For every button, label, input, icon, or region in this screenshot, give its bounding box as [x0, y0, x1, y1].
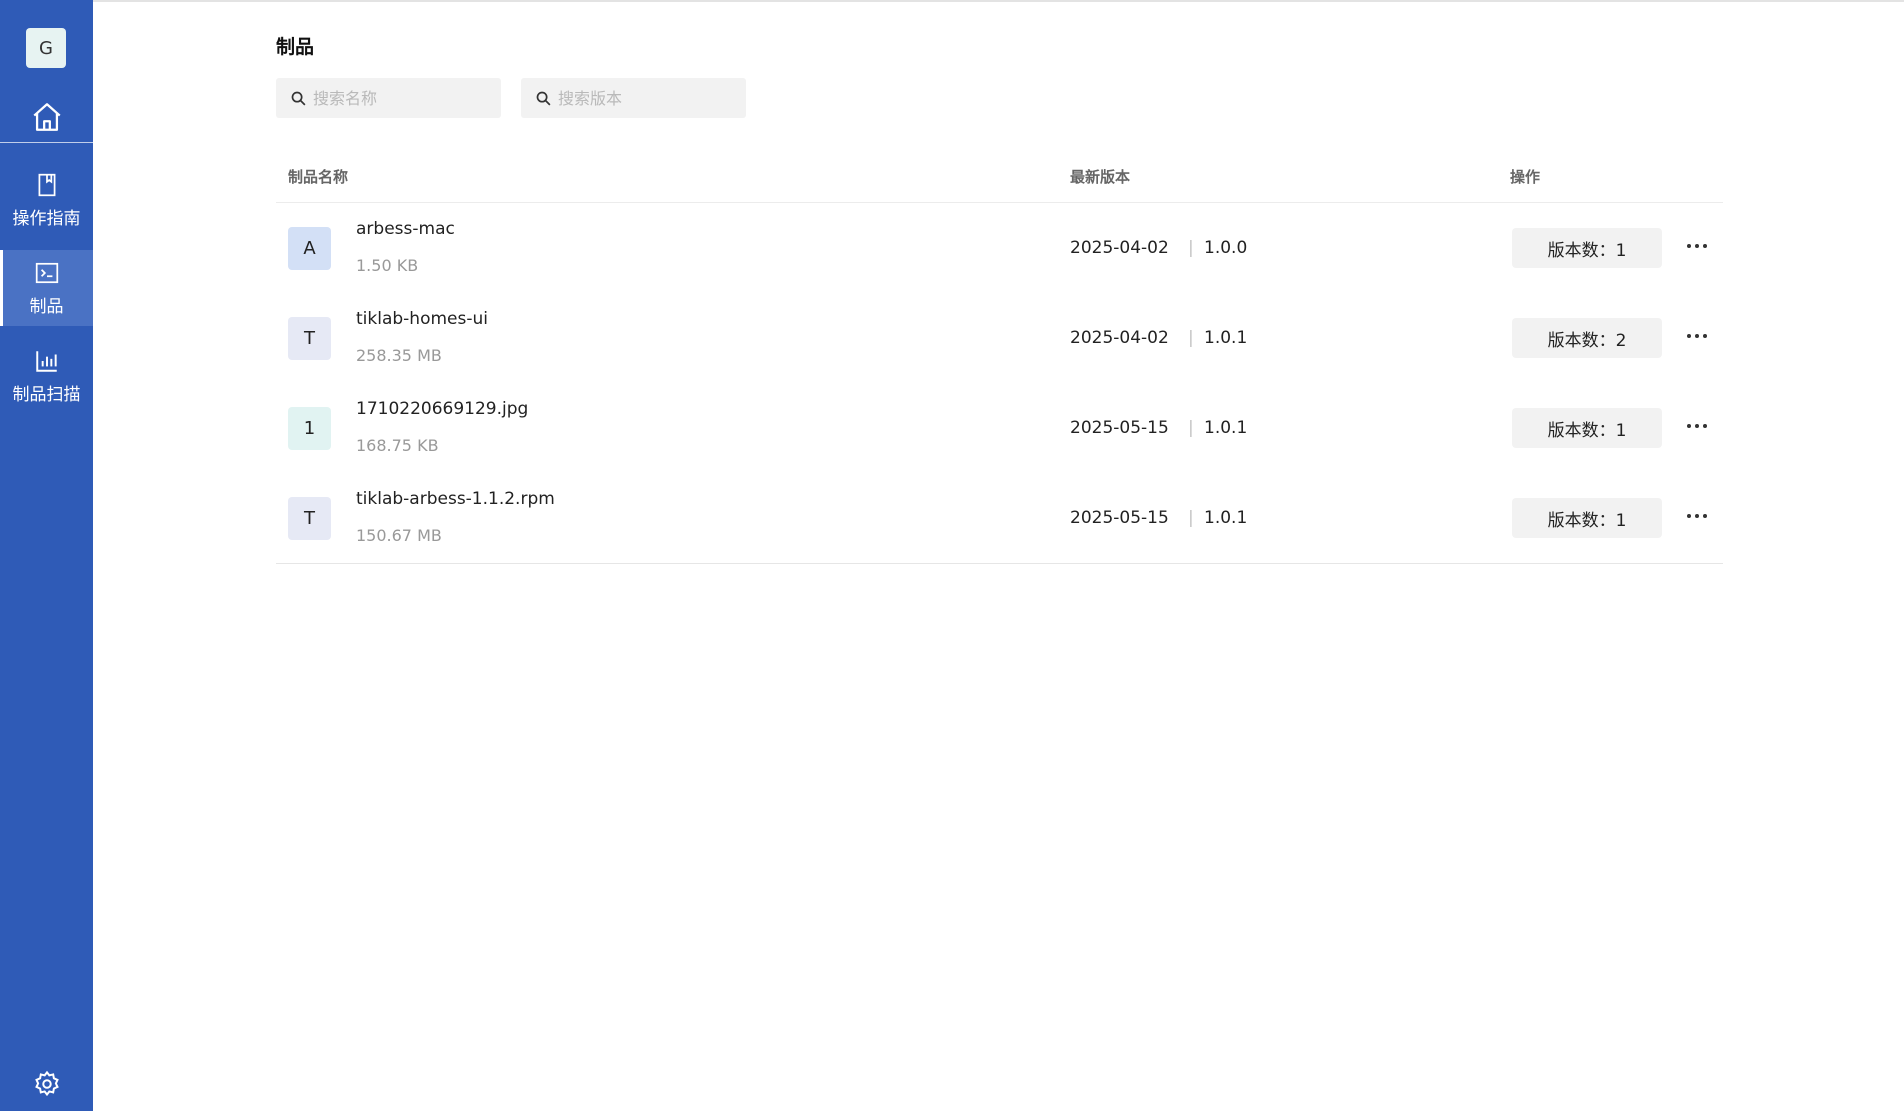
search-name-input[interactable]: [313, 88, 483, 108]
table-row[interactable]: T tiklab-arbess-1.1.2.rpm 150.67 MB 2025…: [276, 473, 1723, 564]
artifact-name[interactable]: 1710220669129.jpg: [356, 399, 528, 419]
artifact-version: 1.0.0: [1204, 238, 1248, 258]
search-version-input[interactable]: [558, 88, 728, 108]
search-name-box[interactable]: [276, 78, 501, 118]
sidebar: G 操作指南 制品 制品扫描: [0, 0, 93, 1111]
artifact-size: 1.50 KB: [356, 256, 419, 275]
sidebar-item-guide[interactable]: 操作指南: [0, 162, 93, 238]
artifacts-table: 制品名称 最新版本 操作 A arbess-mac 1.50 KB 2025-0…: [276, 160, 1723, 564]
workspace-logo[interactable]: G: [26, 28, 66, 68]
artifact-version: 1.0.1: [1204, 418, 1248, 438]
artifact-size: 168.75 KB: [356, 436, 439, 455]
sidebar-item-label: 制品: [29, 296, 64, 317]
version-count-button[interactable]: 版本数：2: [1512, 318, 1662, 358]
page-title: 制品: [276, 36, 315, 58]
table-row[interactable]: 1 1710220669129.jpg 168.75 KB 2025-05-15…: [276, 383, 1723, 473]
home-button[interactable]: [0, 92, 93, 142]
version-separator: |: [1188, 418, 1194, 438]
sidebar-divider: [0, 142, 93, 143]
header-action: 操作: [1510, 168, 1541, 186]
version-count-button[interactable]: 版本数：1: [1512, 498, 1662, 538]
active-indicator: [0, 250, 3, 326]
bar-chart-icon: [35, 350, 57, 372]
more-icon: [1687, 244, 1707, 248]
header-version: 最新版本: [1070, 168, 1131, 186]
sidebar-item-artifacts[interactable]: 制品: [0, 250, 93, 326]
top-divider: [0, 0, 1904, 2]
artifact-version: 1.0.1: [1204, 508, 1248, 528]
more-button[interactable]: [1680, 503, 1714, 529]
terminal-icon: [35, 262, 58, 283]
more-icon: [1687, 514, 1707, 518]
artifact-date: 2025-04-02: [1070, 238, 1169, 258]
artifact-name[interactable]: arbess-mac: [356, 219, 455, 239]
more-button[interactable]: [1680, 233, 1714, 259]
artifact-date: 2025-05-15: [1070, 418, 1169, 438]
header-name: 制品名称: [288, 168, 349, 186]
artifact-avatar: T: [288, 317, 331, 360]
version-separator: |: [1188, 238, 1194, 258]
artifact-date: 2025-05-15: [1070, 508, 1169, 528]
version-separator: |: [1188, 328, 1194, 348]
search-version-box[interactable]: [521, 78, 746, 118]
table-header: 制品名称 最新版本 操作: [276, 160, 1723, 203]
artifact-avatar: T: [288, 497, 331, 540]
sidebar-item-label: 制品扫描: [12, 384, 81, 405]
search-icon: [536, 91, 551, 105]
table-row[interactable]: T tiklab-homes-ui 258.35 MB 2025-04-02 |…: [276, 293, 1723, 383]
app: G 操作指南 制品 制品扫描 制品 搜索名称 搜索版本 制品名称 最新版本 操作…: [0, 0, 1904, 1111]
artifact-date: 2025-04-02: [1070, 328, 1169, 348]
more-icon: [1687, 424, 1707, 428]
artifact-size: 258.35 MB: [356, 346, 442, 365]
sidebar-item-label: 操作指南: [12, 208, 81, 229]
artifact-avatar: A: [288, 227, 331, 270]
artifact-size: 150.67 MB: [356, 526, 442, 545]
more-button[interactable]: [1680, 413, 1714, 439]
artifact-avatar: 1: [288, 407, 331, 450]
version-count-button[interactable]: 版本数：1: [1512, 408, 1662, 448]
table-row[interactable]: A arbess-mac 1.50 KB 2025-04-02 | 1.0.0 …: [276, 203, 1723, 293]
gear-icon[interactable]: [33, 1070, 61, 1098]
search-icon: [291, 91, 306, 105]
version-separator: |: [1188, 508, 1194, 528]
version-count-button[interactable]: 版本数：1: [1512, 228, 1662, 268]
artifact-name[interactable]: tiklab-arbess-1.1.2.rpm: [356, 489, 555, 509]
more-button[interactable]: [1680, 323, 1714, 349]
home-icon: [32, 103, 61, 131]
artifact-name[interactable]: tiklab-homes-ui: [356, 309, 488, 329]
book-icon: [38, 173, 55, 196]
more-icon: [1687, 334, 1707, 338]
sidebar-item-scan[interactable]: 制品扫描: [0, 338, 93, 414]
artifact-version: 1.0.1: [1204, 328, 1248, 348]
